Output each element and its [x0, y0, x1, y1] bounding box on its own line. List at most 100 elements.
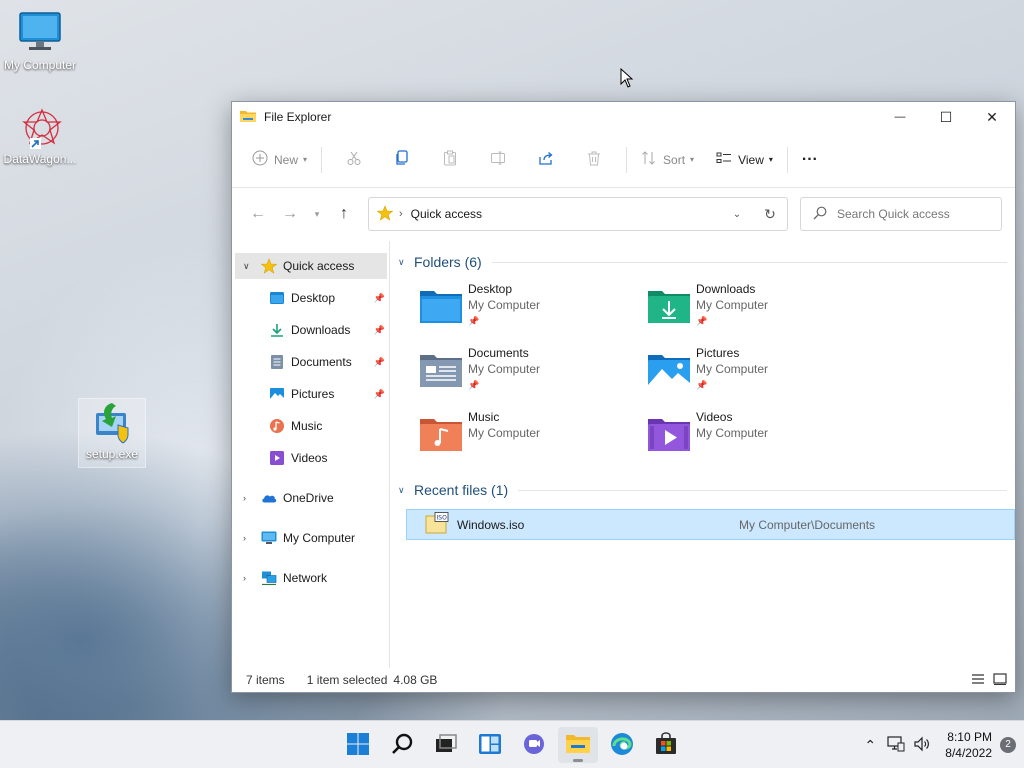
chevron-down-icon[interactable]: ∨ [398, 257, 412, 268]
copy-icon [394, 150, 410, 169]
chevron-right-icon[interactable]: › [243, 573, 257, 583]
folder-tile-videos[interactable]: Videos My Computer [646, 409, 874, 461]
breadcrumb-location[interactable]: Quick access [411, 207, 482, 221]
sidebar-item-downloads[interactable]: Downloads 📌 [235, 317, 387, 343]
tiles-view-icon[interactable] [993, 672, 1007, 688]
forward-button[interactable]: → [274, 199, 306, 229]
pin-icon[interactable]: 📌 [374, 389, 385, 400]
copy-button[interactable] [378, 144, 426, 176]
search-taskbar-button[interactable] [382, 727, 422, 763]
delete-button[interactable] [570, 144, 618, 176]
notification-badge[interactable]: 2 [1000, 737, 1016, 753]
sidebar-item-label: OneDrive [283, 491, 334, 505]
start-button[interactable] [338, 727, 378, 763]
show-hidden-icons-chevron-up-icon[interactable]: ⌃ [857, 737, 883, 754]
minimize-button[interactable]: — [877, 102, 923, 132]
desktop-icon-setup[interactable]: setup.exe [78, 398, 146, 468]
search-icon [813, 206, 827, 223]
chevron-down-icon[interactable]: ∨ [398, 485, 412, 496]
sidebar-item-desktop[interactable]: Desktop 📌 [235, 285, 387, 311]
share-button[interactable] [522, 144, 570, 176]
folder-tile-desktop[interactable]: Desktop My Computer 📌 [418, 281, 646, 333]
desktop-icon-my-computer[interactable]: My Computer [0, 10, 80, 72]
maximize-button[interactable]: ☐ [923, 102, 969, 132]
close-button[interactable]: ✕ [969, 102, 1015, 132]
folder-tile-documents[interactable]: Documents My Computer 📌 [418, 345, 646, 397]
music-folder-icon [418, 415, 464, 455]
sort-icon [641, 150, 657, 169]
sidebar-item-label: My Computer [283, 531, 356, 545]
search-box[interactable] [800, 197, 1002, 231]
cut-button[interactable] [330, 144, 378, 176]
edge-browser-button[interactable] [602, 727, 642, 763]
title-bar[interactable]: File Explorer — ☐ ✕ [232, 102, 1015, 132]
folders-group-header[interactable]: ∨ Folders (6) [398, 251, 1015, 273]
folder-location: My Computer [468, 362, 541, 376]
pin-icon[interactable]: 📌 [374, 293, 385, 304]
desktop-icon-label: DataWagon... [3, 152, 77, 166]
folder-name: Downloads [696, 282, 756, 296]
mouse-cursor-icon [620, 67, 634, 91]
folder-tile-downloads[interactable]: Downloads My Computer 📌 [646, 281, 874, 333]
paste-button[interactable] [426, 144, 474, 176]
clock-time: 8:10 PM [947, 730, 992, 744]
widgets-button[interactable] [470, 727, 510, 763]
chevron-right-icon[interactable]: › [243, 533, 257, 543]
documents-folder-icon [418, 351, 464, 391]
group-divider [491, 261, 1007, 263]
pin-icon[interactable]: 📌 [374, 357, 385, 368]
maximize-icon: ☐ [939, 108, 953, 125]
clock[interactable]: 8:10 PM 8/4/2022 [945, 729, 992, 761]
picture-icon [269, 386, 285, 402]
refresh-icon[interactable]: ↻ [753, 206, 787, 223]
new-button[interactable]: New ▾ [246, 144, 313, 176]
sidebar-item-documents[interactable]: Documents 📌 [235, 349, 387, 375]
sidebar-item-my-computer[interactable]: › My Computer [235, 525, 387, 551]
address-history-chevron-icon[interactable]: ⌄ [721, 209, 753, 220]
music-icon [269, 418, 285, 434]
windows-logo-icon [346, 732, 370, 759]
volume-icon[interactable] [909, 736, 935, 755]
sidebar-item-music[interactable]: Music [235, 413, 387, 439]
sort-button[interactable]: Sort ▾ [635, 144, 700, 176]
recent-locations-button[interactable]: ▾ [306, 199, 328, 229]
store-button[interactable] [646, 727, 686, 763]
recent-file-row[interactable]: ISO Windows.iso My Computer\Documents [406, 509, 1015, 540]
search-input[interactable] [837, 207, 987, 221]
network-icon [261, 570, 277, 586]
recent-files-group-header[interactable]: ∨ Recent files (1) [398, 479, 1015, 501]
file-explorer-taskbar-button[interactable] [558, 727, 598, 763]
back-button[interactable]: ← [242, 199, 274, 229]
address-bar[interactable]: › Quick access ⌄ ↻ [368, 197, 788, 231]
view-button[interactable]: View ▾ [710, 144, 779, 176]
chat-icon [522, 732, 546, 759]
chevron-down-icon[interactable]: ∨ [243, 261, 257, 272]
chevron-right-icon[interactable]: › [243, 493, 257, 503]
pin-icon[interactable]: 📌 [374, 325, 385, 336]
task-view-button[interactable] [426, 727, 466, 763]
sidebar-item-label: Music [291, 419, 323, 433]
chevron-down-icon: ▾ [690, 155, 695, 164]
folders-group-title: Folders (6) [414, 254, 482, 270]
up-button[interactable]: ↑ [328, 199, 360, 229]
details-view-icon[interactable] [971, 673, 985, 688]
sidebar-item-quick-access[interactable]: ∨ Quick access [235, 253, 387, 279]
teams-chat-button[interactable] [514, 727, 554, 763]
network-status-icon[interactable] [883, 735, 909, 755]
desktop-icon-datawagon[interactable]: DataWagon... [0, 104, 80, 166]
sidebar-item-onedrive[interactable]: › OneDrive [235, 485, 387, 511]
rename-button[interactable] [474, 144, 522, 176]
content-pane: ∨ Folders (6) Desktop My Computer 📌 Down… [390, 241, 1015, 668]
more-options-button[interactable]: ··· [796, 144, 824, 176]
folder-tile-pictures[interactable]: Pictures My Computer 📌 [646, 345, 874, 397]
clipboard-icon [442, 150, 458, 169]
minimize-icon: — [894, 111, 906, 123]
sidebar-item-videos[interactable]: Videos [235, 445, 387, 471]
document-icon [269, 354, 285, 370]
sidebar-item-network[interactable]: › Network [235, 565, 387, 591]
folder-name: Documents [468, 346, 529, 360]
sidebar-item-pictures[interactable]: Pictures 📌 [235, 381, 387, 407]
navigation-pane: ∨ Quick access Desktop 📌 Downloads 📌 Doc… [232, 241, 390, 668]
more-icon: ··· [801, 150, 818, 168]
folder-tile-music[interactable]: Music My Computer [418, 409, 646, 461]
